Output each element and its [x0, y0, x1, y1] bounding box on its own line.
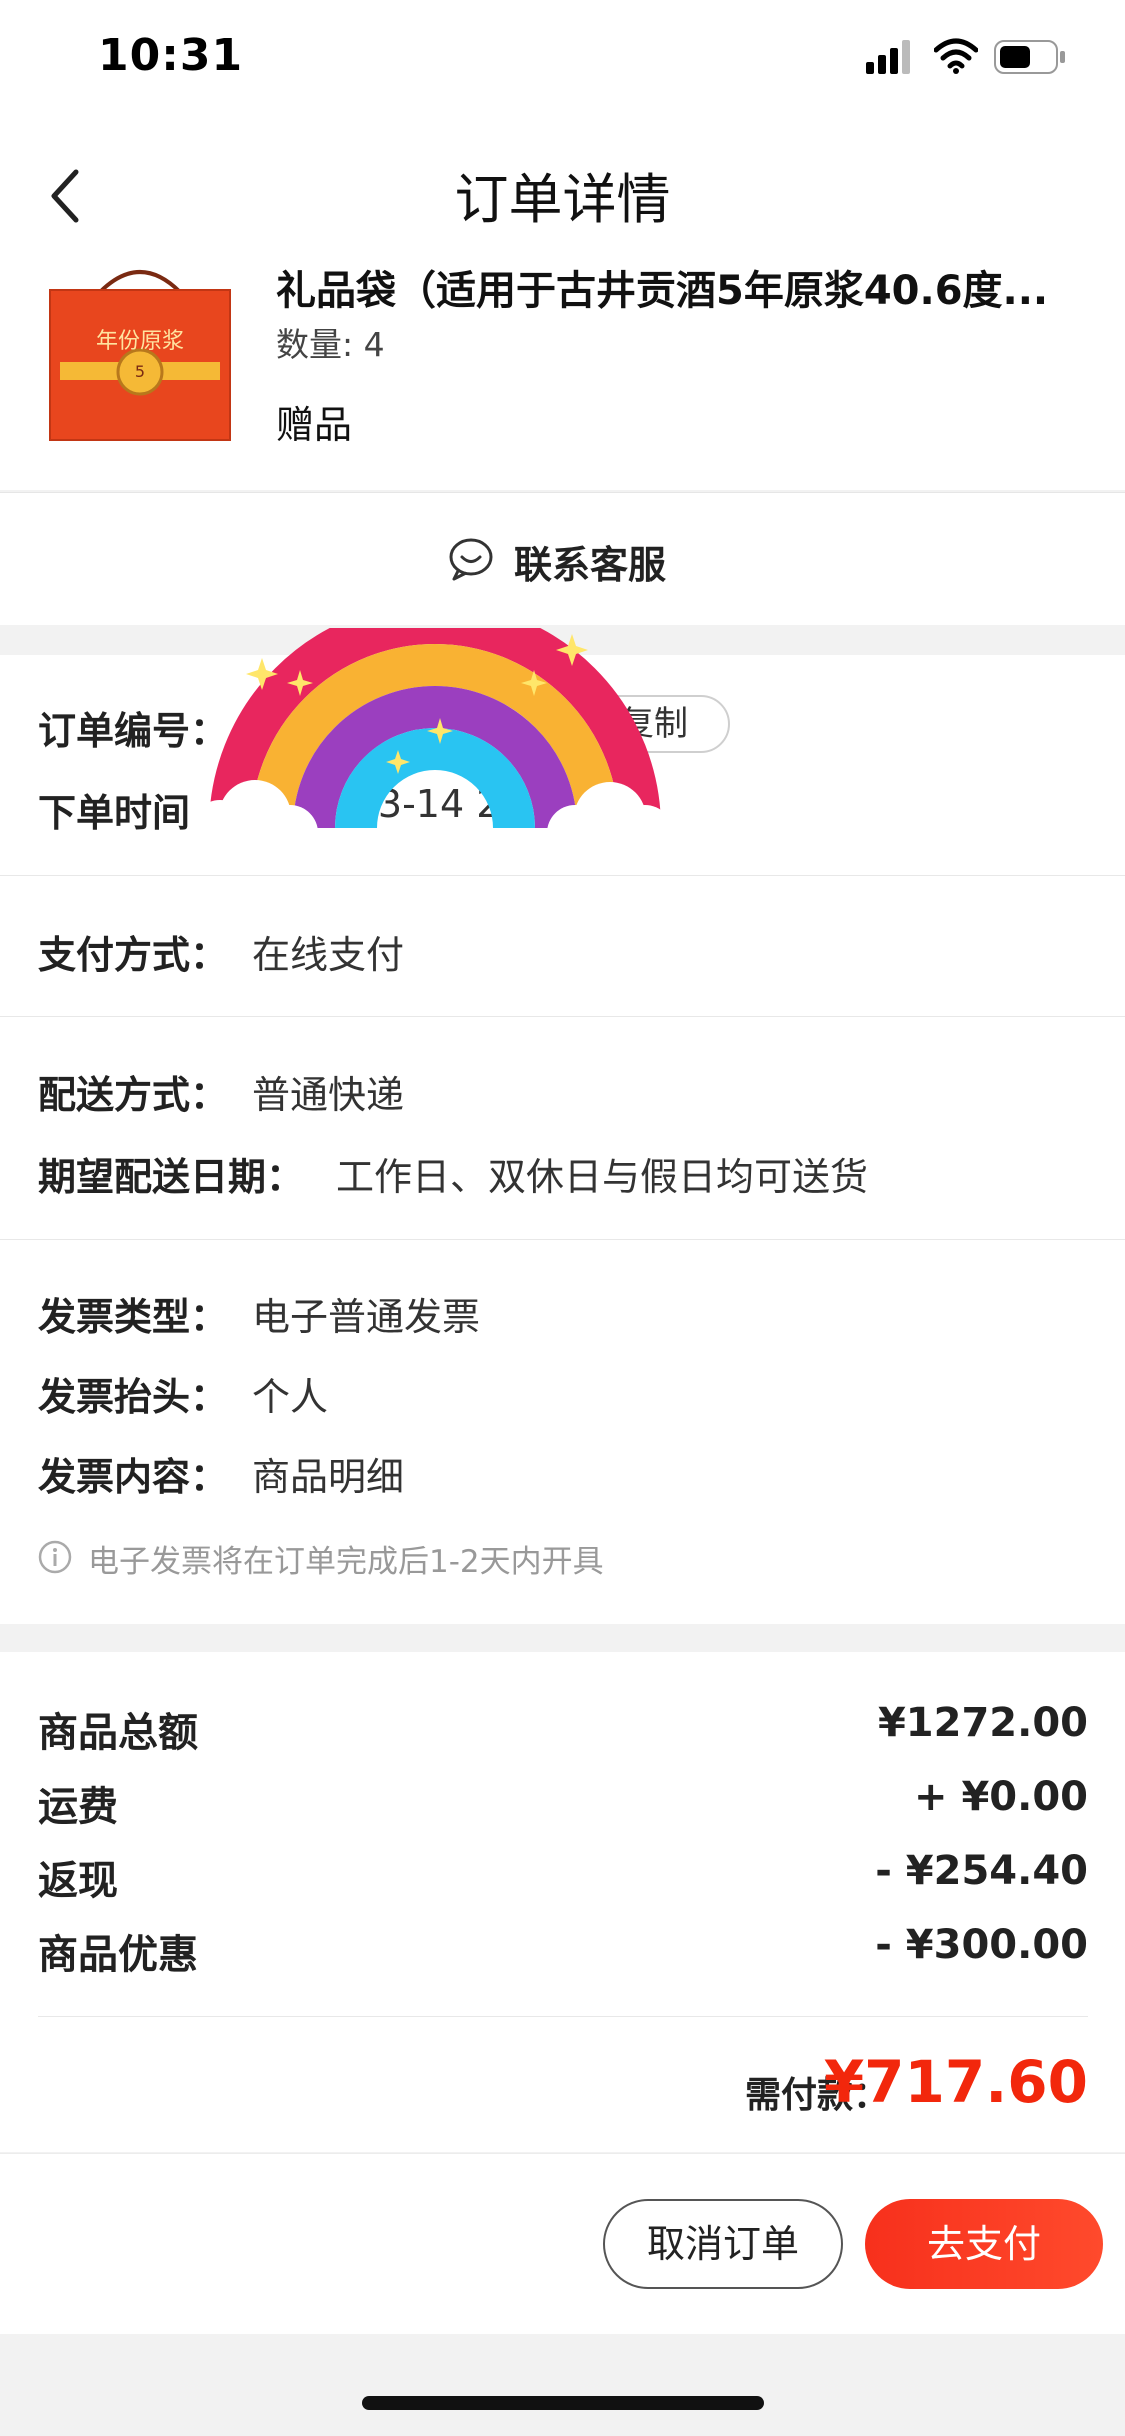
pay-button[interactable]: 去支付: [865, 2199, 1103, 2289]
order-time-label: 下单时间: [38, 791, 191, 835]
amount-row-label: 商品总额: [38, 1710, 198, 1756]
delivery-date-label: 期望配送日期：: [38, 1155, 305, 1199]
payment-method-value: 在线支付: [252, 933, 405, 977]
amount-row-value: + ¥0.00: [914, 1774, 1088, 1820]
amount-row-value: - ¥254.40: [875, 1848, 1088, 1894]
contact-service-label[interactable]: 联系客服: [514, 534, 666, 589]
wifi-icon: [934, 38, 978, 74]
page-title: 订单详情: [454, 168, 671, 231]
product-image-caption: 年份原浆: [96, 329, 184, 354]
amount-row-value: - ¥300.00: [875, 1922, 1088, 1968]
amount-row-label: 返现: [38, 1858, 118, 1904]
product-image[interactable]: 5 年份原浆: [40, 262, 240, 447]
amount-row-label: 运费: [38, 1784, 118, 1830]
amount-row-label: 商品优惠: [38, 1932, 198, 1978]
invoice-type-value: 电子普通发票: [252, 1295, 481, 1339]
invoice-note: 电子发票将在订单完成后1-2天内开具: [88, 1544, 604, 1580]
gift-tag: 赠品: [276, 403, 353, 447]
amount-row-value: ¥1272.00: [877, 1700, 1088, 1746]
invoice-content-value: 商品明细: [252, 1455, 405, 1499]
invoice-header-label: 发票抬头：: [38, 1375, 229, 1419]
product-name[interactable]: 礼品袋（适用于古井贡酒5年原浆40.6度...: [276, 258, 1096, 316]
delivery-date-value: 工作日、双休日与假日均可送货: [336, 1155, 869, 1199]
info-icon: [38, 1540, 72, 1574]
delivery-method-label: 配送方式：: [38, 1073, 229, 1117]
home-indicator[interactable]: [362, 2396, 764, 2410]
divider: [38, 2016, 1088, 2017]
amount-due-value: ¥717.60: [823, 2048, 1088, 2116]
svg-text:5: 5: [135, 362, 145, 381]
status-time: 10:31: [98, 30, 244, 81]
battery-icon: [994, 40, 1065, 74]
product-quantity: 数量: 4: [276, 325, 385, 364]
rainbow-sticker: [192, 628, 673, 872]
payment-method-label: 支付方式：: [38, 933, 229, 977]
invoice-header-value: 个人: [252, 1375, 329, 1419]
invoice-content-label: 发票内容：: [38, 1455, 229, 1499]
delivery-section: [0, 1017, 1125, 1239]
chat-service-icon: [449, 538, 493, 581]
delivery-method-value: 普通快递: [252, 1073, 405, 1117]
cancel-order-button[interactable]: 取消订单: [603, 2199, 843, 2289]
signal-icon: [866, 40, 910, 74]
invoice-type-label: 发票类型：: [38, 1295, 229, 1339]
